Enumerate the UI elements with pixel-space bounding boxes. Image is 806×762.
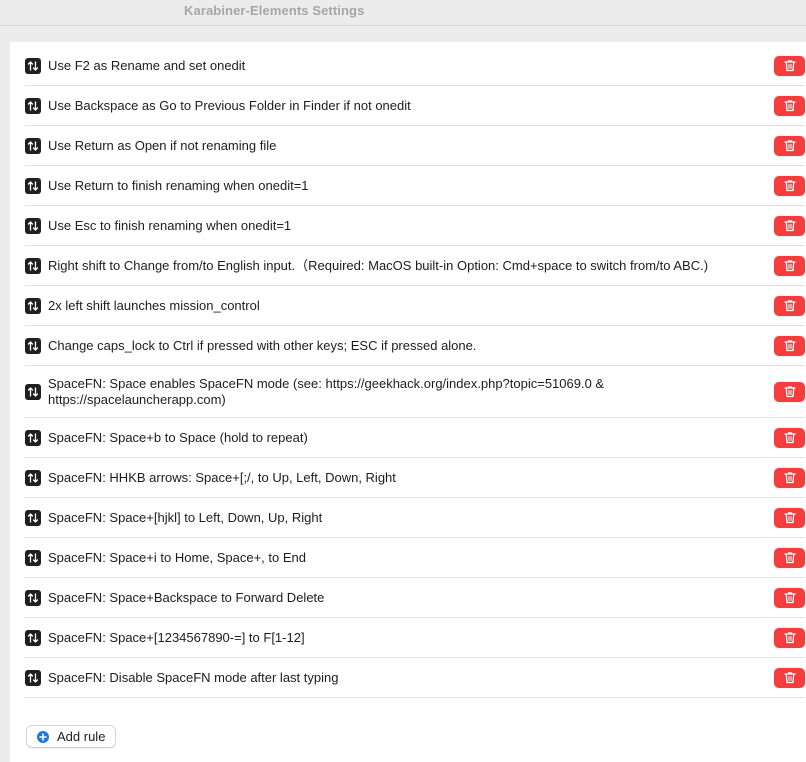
rule-row: Use Return to finish renaming when onedi… [25,166,805,206]
trash-icon [783,339,796,352]
delete-rule-button[interactable] [774,135,805,156]
add-rule-button[interactable]: Add rule [26,725,117,748]
up-down-arrows-icon[interactable] [25,629,41,646]
delete-rule-button[interactable] [774,55,805,76]
trash-icon [783,511,796,524]
trash-icon [783,59,796,72]
rule-description: Use F2 as Rename and set onedit [48,57,246,73]
rule-description: Use Return to finish renaming when onedi… [48,177,309,193]
rule-row: Change caps_lock to Ctrl if pressed with… [25,326,805,366]
delete-rule-button[interactable] [774,335,805,356]
rule-row: Use Esc to finish renaming when onedit=1 [25,206,805,246]
rules-list: Use F2 as Rename and set onedit Use Backs… [25,46,805,698]
trash-icon [783,591,796,604]
delete-rule-button[interactable] [774,255,805,276]
window-title: Karabiner-Elements Settings [184,3,365,18]
up-down-arrows-icon[interactable] [25,509,41,526]
delete-rule-button[interactable] [774,467,805,488]
delete-rule-button[interactable] [774,175,805,196]
trash-icon [783,259,796,272]
trash-icon [783,299,796,312]
rule-description: Use Backspace as Go to Previous Folder i… [48,97,411,113]
trash-icon [783,431,796,444]
rule-description: SpaceFN: Space+i to Home, Space+, to End [48,549,306,565]
trash-icon [783,471,796,484]
trash-icon [783,179,796,192]
rule-description: SpaceFN: Space+Backspace to Forward Dele… [48,589,325,605]
rule-description: SpaceFN: Disable SpaceFN mode after last… [48,669,339,685]
trash-icon [783,551,796,564]
delete-rule-button[interactable] [774,427,805,448]
rule-row: SpaceFN: Space enables SpaceFN mode (see… [25,366,805,418]
rule-row: SpaceFN: HHKB arrows: Space+[;/, to Up, … [25,458,805,498]
up-down-arrows-icon[interactable] [25,57,41,74]
up-down-arrows-icon[interactable] [25,549,41,566]
up-down-arrows-icon[interactable] [25,589,41,606]
rule-description: Right shift to Change from/to English in… [48,257,709,273]
rule-row: SpaceFN: Space+Backspace to Forward Dele… [25,578,805,618]
delete-rule-button[interactable] [774,295,805,316]
up-down-arrows-icon[interactable] [25,217,41,234]
rule-row: SpaceFN: Space+i to Home, Space+, to End [25,538,805,578]
trash-icon [783,671,796,684]
rule-row: 2x left shift launches mission_control [25,286,805,326]
trash-icon [783,219,796,232]
rule-row: SpaceFN: Disable SpaceFN mode after last… [25,658,805,698]
rule-description: Use Esc to finish renaming when onedit=1 [48,217,292,233]
delete-rule-button[interactable] [774,215,805,236]
rule-description: Use Return as Open if not renaming file [48,137,277,153]
up-down-arrows-icon[interactable] [25,97,41,114]
up-down-arrows-icon[interactable] [25,137,41,154]
delete-rule-button[interactable] [774,381,805,402]
delete-rule-button[interactable] [774,587,805,608]
title-bar: Karabiner-Elements Settings [0,0,806,26]
rule-description: SpaceFN: Space+b to Space (hold to repea… [48,429,308,445]
delete-rule-button[interactable] [774,667,805,688]
up-down-arrows-icon[interactable] [25,669,41,686]
rule-description: 2x left shift launches mission_control [48,297,260,313]
rules-panel: Use F2 as Rename and set onedit Use Backs… [10,42,806,762]
rule-description: SpaceFN: Space enables SpaceFN mode (see… [48,375,605,407]
delete-rule-button[interactable] [774,547,805,568]
up-down-arrows-icon[interactable] [25,383,41,400]
rule-row: Use Return as Open if not renaming file [25,126,805,166]
rule-row: Use F2 as Rename and set onedit [25,46,805,86]
add-rule-label: Add rule [57,729,106,744]
rule-description: SpaceFN: Space+[hjkl] to Left, Down, Up,… [48,509,323,525]
rule-row: SpaceFN: Space+[1234567890-=] to F[1-12] [25,618,805,658]
rule-description: Change caps_lock to Ctrl if pressed with… [48,337,477,353]
trash-icon [783,139,796,152]
up-down-arrows-icon[interactable] [25,469,41,486]
rule-description: SpaceFN: HHKB arrows: Space+[;/, to Up, … [48,469,396,485]
delete-rule-button[interactable] [774,627,805,648]
trash-icon [783,385,796,398]
delete-rule-button[interactable] [774,507,805,528]
plus-circle-icon [37,730,49,743]
rule-row: SpaceFN: Space+b to Space (hold to repea… [25,418,805,458]
rule-row: SpaceFN: Space+[hjkl] to Left, Down, Up,… [25,498,805,538]
rule-row: Right shift to Change from/to English in… [25,246,805,286]
up-down-arrows-icon[interactable] [25,177,41,194]
up-down-arrows-icon[interactable] [25,257,41,274]
rule-row: Use Backspace as Go to Previous Folder i… [25,86,805,126]
trash-icon [783,631,796,644]
rule-description: SpaceFN: Space+[1234567890-=] to F[1-12] [48,629,305,645]
trash-icon [783,99,796,112]
delete-rule-button[interactable] [774,95,805,116]
up-down-arrows-icon[interactable] [25,337,41,354]
up-down-arrows-icon[interactable] [25,297,41,314]
up-down-arrows-icon[interactable] [25,429,41,446]
